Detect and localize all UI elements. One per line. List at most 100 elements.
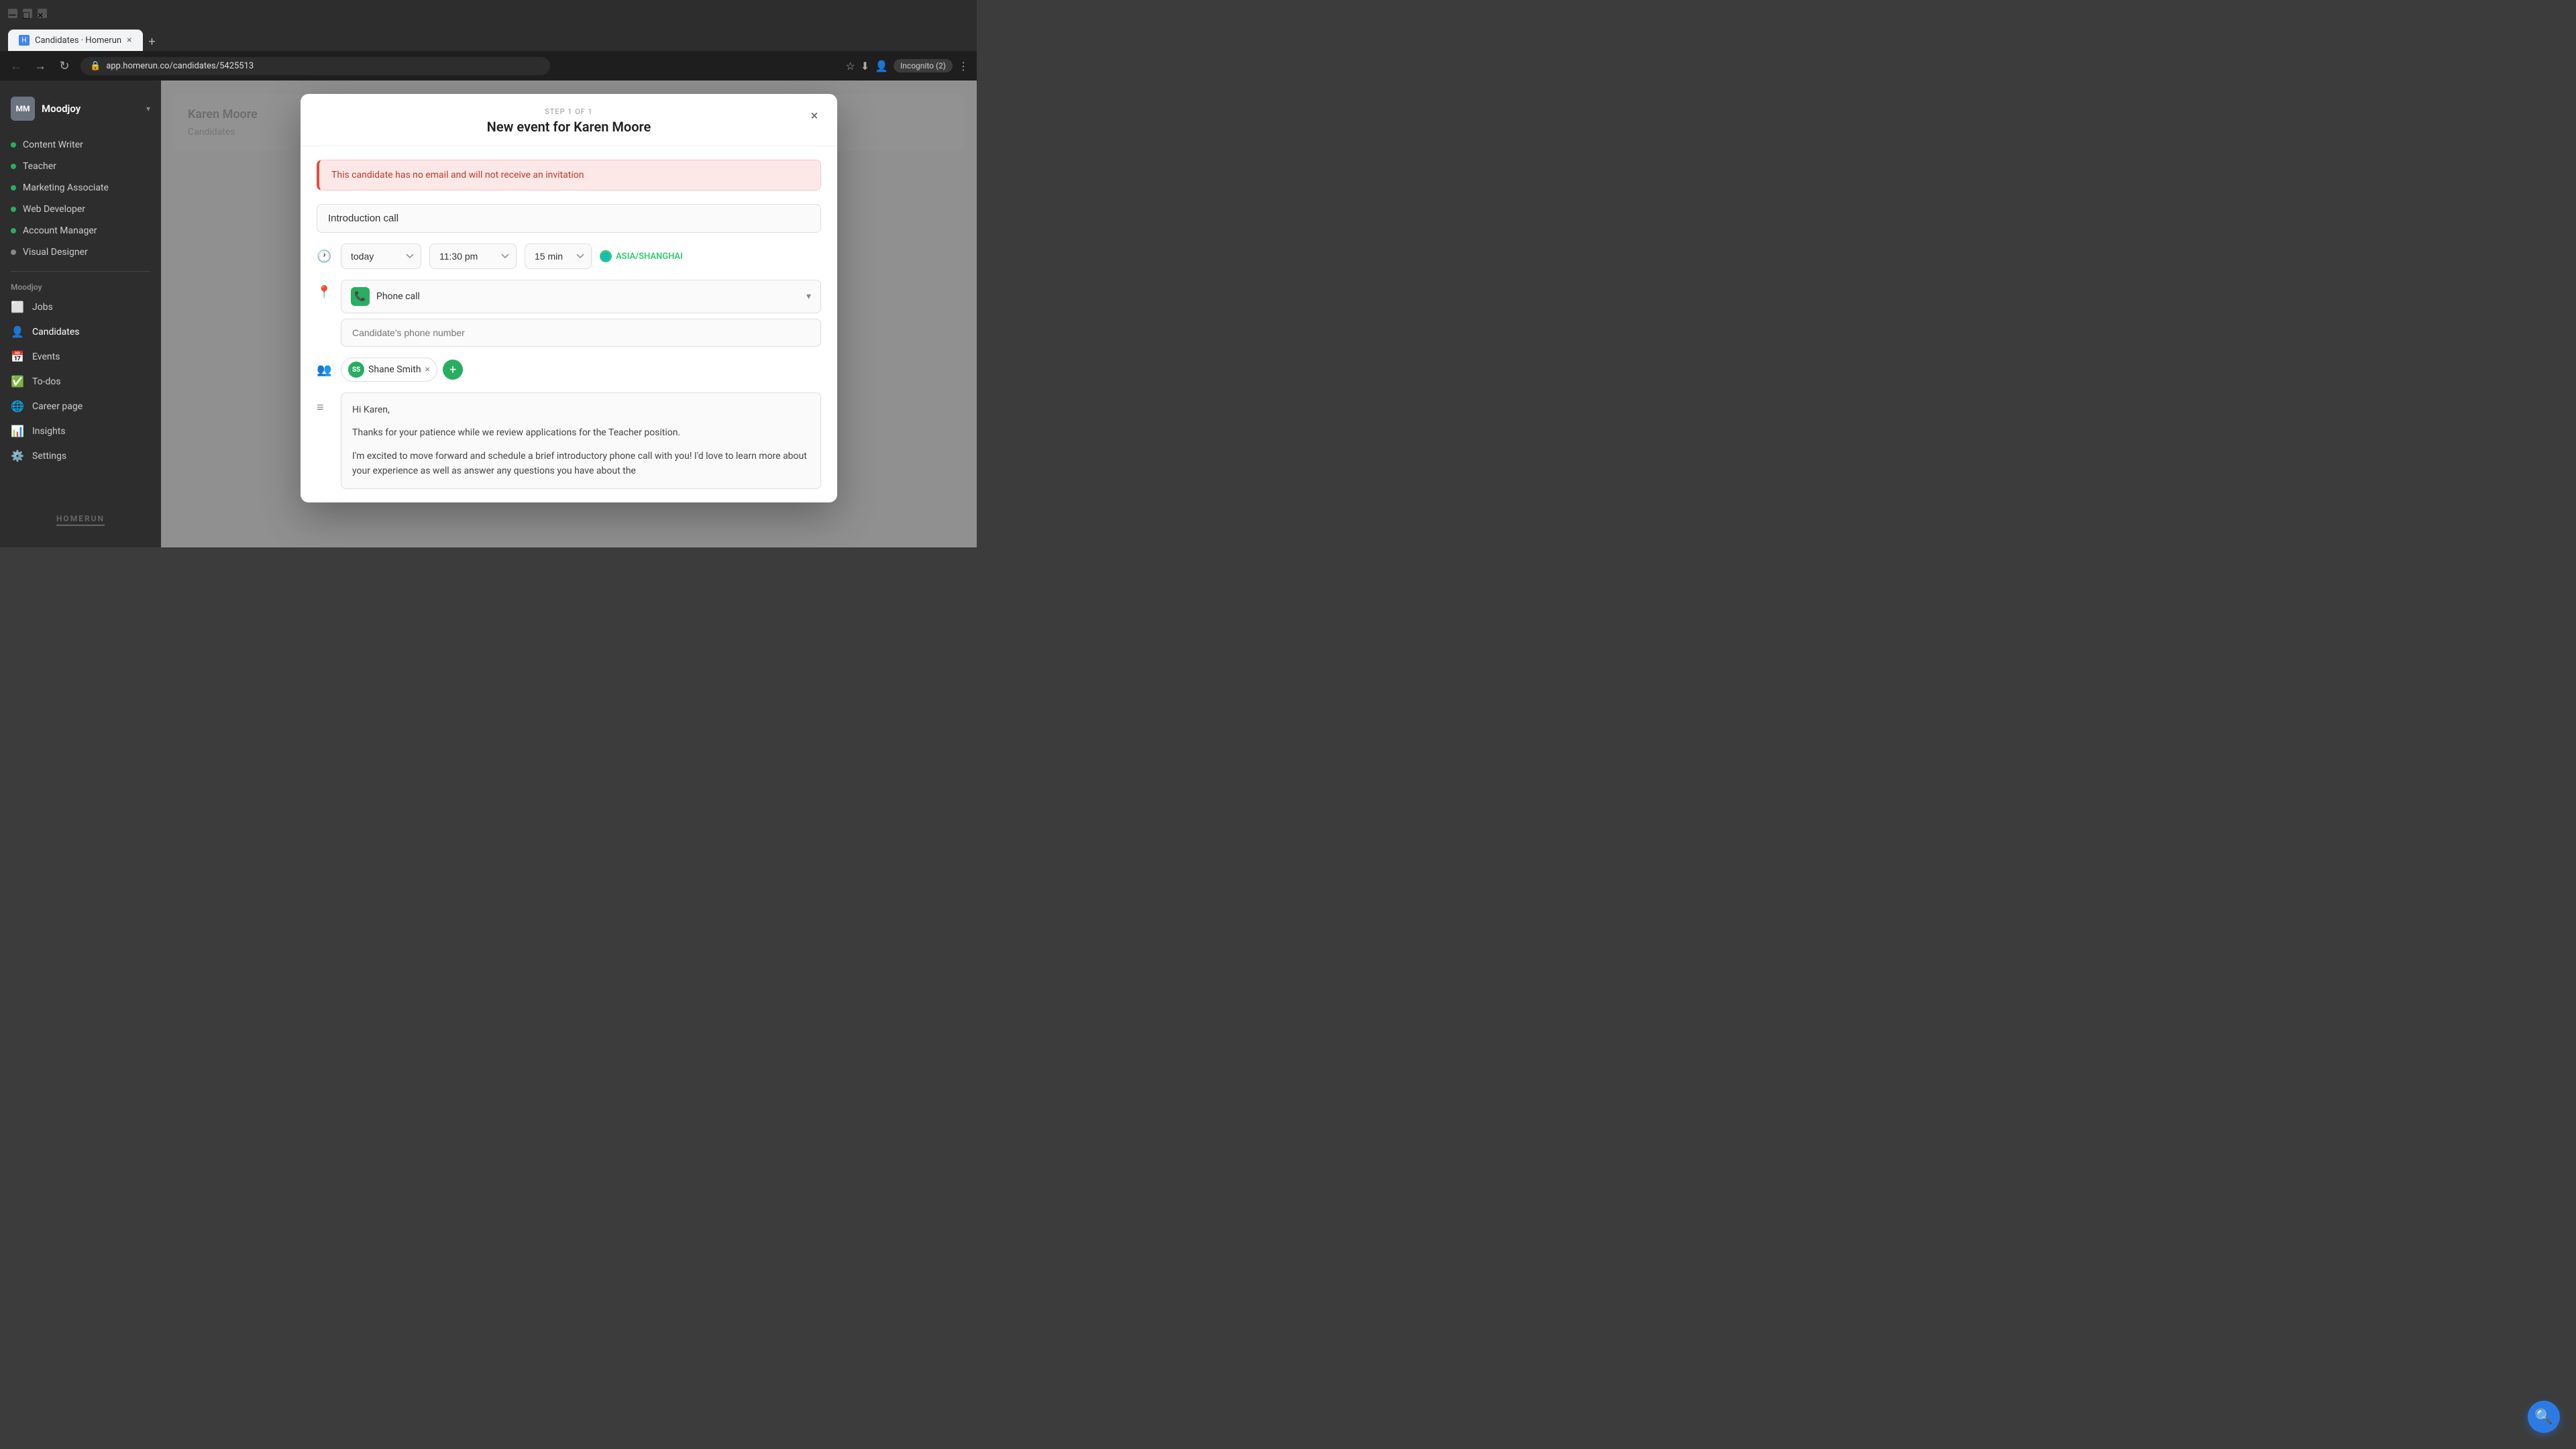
job-label: Marketing Associate bbox=[23, 182, 109, 193]
event-title-input[interactable] bbox=[317, 204, 821, 233]
minimize-button[interactable]: — bbox=[8, 9, 17, 18]
nav-item-career-page[interactable]: 🌐 Career page bbox=[0, 394, 161, 419]
org-header[interactable]: MM Moodjoy ▾ bbox=[0, 91, 161, 131]
maximize-button[interactable]: □ bbox=[23, 9, 32, 18]
bookmark-icon[interactable]: ☆ bbox=[845, 60, 855, 72]
message-lines-icon: ≡ bbox=[317, 400, 333, 415]
sidebar-item-visual-designer[interactable]: Visual Designer bbox=[0, 241, 161, 263]
modal-dialog: STEP 1 OF 1 New event for Karen Moore × … bbox=[301, 94, 837, 502]
address-bar: ← → ↻ 🔒 app.homerun.co/candidates/542551… bbox=[0, 51, 977, 80]
window-controls[interactable]: — □ × bbox=[8, 9, 47, 18]
nav-items: ⬜ Jobs 👤 Candidates 📅 Events ✅ To-dos 🌐 … bbox=[0, 294, 161, 468]
job-dot bbox=[11, 228, 16, 233]
attendee-name: Shane Smith bbox=[368, 364, 421, 375]
no-email-alert: This candidate has no email and will not… bbox=[317, 160, 821, 191]
sidebar-item-content-writer[interactable]: Content Writer bbox=[0, 134, 161, 156]
modal-close-button[interactable]: × bbox=[805, 106, 824, 125]
sidebar-divider bbox=[11, 271, 150, 272]
candidates-icon: 👤 bbox=[11, 325, 24, 338]
job-dot bbox=[11, 142, 16, 148]
attendee-avatar: SS bbox=[348, 362, 364, 378]
insights-icon: 📊 bbox=[11, 425, 24, 437]
org-chevron-icon: ▾ bbox=[146, 104, 150, 113]
nav-label: Settings bbox=[32, 451, 66, 462]
alert-text: This candidate has no email and will not… bbox=[331, 170, 584, 180]
sidebar-item-marketing-associate[interactable]: Marketing Associate bbox=[0, 177, 161, 199]
support-button[interactable]: 🔍 bbox=[2528, 1401, 2560, 1433]
modal-title: New event for Karen Moore bbox=[317, 119, 821, 135]
url-text: app.homerun.co/candidates/5425513 bbox=[106, 61, 254, 71]
time-select[interactable]: 11:30 pm bbox=[429, 244, 517, 269]
remove-attendee-button[interactable]: × bbox=[425, 364, 430, 375]
sidebar: MM Moodjoy ▾ Content Writer Teacher Mark… bbox=[0, 80, 161, 547]
nav-item-candidates[interactable]: 👤 Candidates bbox=[0, 319, 161, 344]
message-row: ≡ Hi Karen, Thanks for your patience whi… bbox=[317, 392, 821, 489]
nav-item-events[interactable]: 📅 Events bbox=[0, 344, 161, 369]
secure-icon: 🔒 bbox=[90, 61, 101, 71]
org-avatar: MM bbox=[11, 97, 35, 121]
attendees-row: 👥 SS Shane Smith × + bbox=[317, 358, 821, 382]
nav-item-jobs[interactable]: ⬜ Jobs bbox=[0, 294, 161, 319]
location-content: 📞 Phone call ▾ bbox=[341, 280, 821, 347]
sidebar-item-web-developer[interactable]: Web Developer bbox=[0, 199, 161, 220]
browser-chrome: — □ × H Candidates · Homerun × + ← → ↻ 🔒… bbox=[0, 0, 977, 80]
location-row: 📍 📞 Phone call ▾ bbox=[317, 280, 821, 347]
title-bar: — □ × bbox=[0, 0, 977, 27]
phone-number-input[interactable] bbox=[341, 319, 821, 347]
nav-label: Insights bbox=[32, 426, 66, 437]
menu-icon[interactable]: ⋮ bbox=[958, 60, 969, 72]
events-icon: 📅 bbox=[11, 350, 24, 363]
career-page-icon: 🌐 bbox=[11, 400, 24, 413]
nav-label: Career page bbox=[32, 401, 83, 412]
nav-item-insights[interactable]: 📊 Insights bbox=[0, 419, 161, 443]
attendees-icon: 👥 bbox=[317, 363, 333, 377]
support-icon: 🔍 bbox=[2534, 1409, 2553, 1426]
job-label: Account Manager bbox=[23, 225, 97, 236]
job-label: Content Writer bbox=[23, 140, 83, 150]
sidebar-section-label: Moodjoy bbox=[0, 277, 161, 294]
message-greeting: Hi Karen, bbox=[352, 402, 810, 417]
nav-item-todos[interactable]: ✅ To-dos bbox=[0, 369, 161, 394]
duration-select[interactable]: 15 min bbox=[525, 244, 592, 269]
todos-icon: ✅ bbox=[11, 375, 24, 388]
download-icon[interactable]: ⬇ bbox=[861, 60, 869, 72]
reload-button[interactable]: ↻ bbox=[56, 58, 72, 74]
attendees-list: SS Shane Smith × + bbox=[341, 358, 463, 382]
message-body[interactable]: Hi Karen, Thanks for your patience while… bbox=[341, 392, 821, 489]
url-bar[interactable]: 🔒 app.homerun.co/candidates/5425513 bbox=[80, 57, 550, 75]
job-dot bbox=[11, 207, 16, 212]
org-name: Moodjoy bbox=[42, 103, 80, 115]
nav-label: Candidates bbox=[32, 327, 80, 337]
new-tab-button[interactable]: + bbox=[143, 32, 162, 51]
timezone-badge[interactable]: 🌐 ASIA/SHANGHAI bbox=[600, 250, 683, 262]
sidebar-footer: HOMERUN bbox=[0, 500, 161, 537]
nav-label: To-dos bbox=[32, 376, 61, 387]
nav-item-settings[interactable]: ⚙️ Settings bbox=[0, 443, 161, 468]
tab-close-button[interactable]: × bbox=[127, 35, 131, 46]
jobs-icon: ⬜ bbox=[11, 301, 24, 313]
browser-tab[interactable]: H Candidates · Homerun × bbox=[8, 30, 143, 51]
job-label: Web Developer bbox=[23, 204, 85, 215]
modal-overlay: STEP 1 OF 1 New event for Karen Moore × … bbox=[161, 80, 977, 547]
tab-favicon: H bbox=[19, 35, 30, 46]
close-button[interactable]: × bbox=[38, 9, 47, 18]
job-list: Content Writer Teacher Marketing Associa… bbox=[0, 131, 161, 266]
homerun-logo: HOMERUN bbox=[56, 514, 105, 526]
job-label: Visual Designer bbox=[23, 247, 88, 258]
sidebar-item-account-manager[interactable]: Account Manager bbox=[0, 220, 161, 241]
back-button[interactable]: ← bbox=[8, 58, 24, 74]
forward-button[interactable]: → bbox=[32, 58, 48, 74]
phone-type-select[interactable]: 📞 Phone call ▾ bbox=[341, 280, 821, 313]
sidebar-item-teacher[interactable]: Teacher bbox=[0, 156, 161, 177]
modal-header: STEP 1 OF 1 New event for Karen Moore × bbox=[301, 94, 837, 146]
date-select[interactable]: today bbox=[341, 244, 421, 269]
settings-icon: ⚙️ bbox=[11, 449, 24, 462]
profile-icon[interactable]: 👤 bbox=[875, 60, 888, 72]
timezone-label: ASIA/SHANGHAI bbox=[616, 252, 683, 262]
job-dot bbox=[11, 164, 16, 169]
phone-select-chevron-icon: ▾ bbox=[806, 291, 811, 302]
add-attendee-button[interactable]: + bbox=[443, 360, 463, 380]
main-content: Karen Moore Candidates STEP 1 OF 1 New e… bbox=[161, 80, 977, 547]
modal-body: This candidate has no email and will not… bbox=[301, 146, 837, 502]
modal-step-label: STEP 1 OF 1 bbox=[317, 107, 821, 116]
